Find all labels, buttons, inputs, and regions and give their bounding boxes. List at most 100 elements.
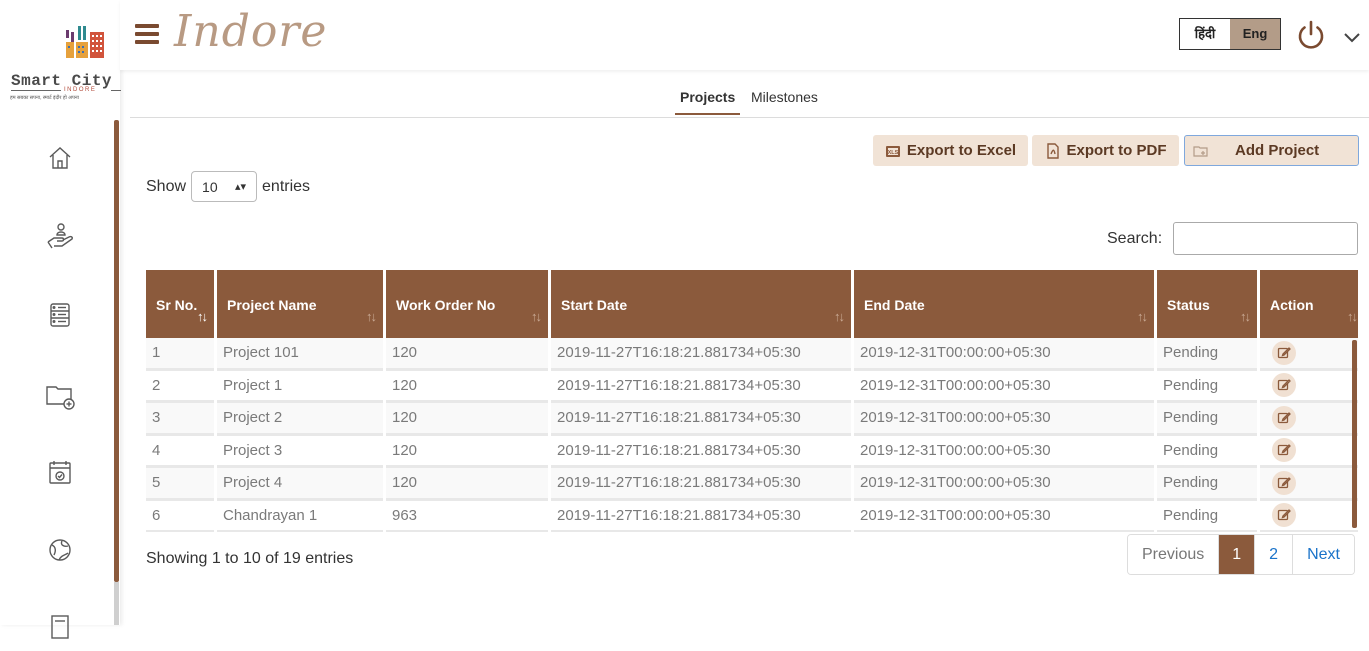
cell-end-date: 2019-12-31T00:00:00+05:30 [854, 468, 1154, 501]
sidebar-scroll-track [114, 582, 119, 625]
pdf-icon [1046, 142, 1059, 159]
cell-start-date: 2019-11-27T16:18:21.881734+05:30 [551, 500, 851, 532]
cell-action [1260, 370, 1358, 403]
col-header-label: Action [1270, 297, 1314, 313]
pagination-page-2[interactable]: 2 [1255, 535, 1294, 574]
cell-status: Pending [1157, 403, 1257, 436]
top-header: Indore हिंदी Eng [120, 0, 1369, 70]
cell-action [1260, 338, 1358, 371]
entries-label: entries [262, 177, 311, 195]
table-row: 3 Project 2 120 2019-11-27T16:18:21.881734+… [146, 403, 1358, 436]
search-label: Search: [1107, 230, 1163, 247]
sidebar: Smart City INDORE हम सबका सपना, स्मार्ट … [0, 0, 121, 639]
col-header-label: Sr No. [156, 297, 198, 313]
calendar-check-icon[interactable] [42, 455, 78, 491]
cell-sr-no: 5 [146, 468, 214, 501]
table-header-row: Sr No. ↑↓ Project Name ↑↓ Work Order No ↑↓ … [146, 270, 1358, 338]
entries-per-page-select[interactable]: 10 ▴▾ [191, 171, 258, 202]
cell-end-date: 2019-12-31T00:00:00+05:30 [854, 370, 1154, 403]
home-icon[interactable] [42, 140, 78, 176]
folder-add-icon [1193, 145, 1208, 157]
show-label: Show [146, 177, 187, 195]
edit-icon[interactable] [1272, 470, 1296, 495]
cell-sr-no: 2 [146, 370, 214, 403]
cell-project-name: Project 1 [217, 370, 383, 403]
pagination-next[interactable]: Next [1293, 535, 1354, 574]
cell-work-order-no: 120 [386, 338, 548, 371]
add-project-label: Add Project [1235, 142, 1320, 159]
sort-icon: ↑↓ [834, 309, 845, 324]
sort-icon: ↑↓ [531, 309, 542, 324]
table-scrollbar[interactable] [1352, 340, 1357, 528]
col-header-work-order-no[interactable]: Work Order No ↑↓ [386, 270, 548, 338]
export-pdf-label: Export to PDF [1066, 142, 1167, 159]
sidebar-scrollbar[interactable] [114, 120, 119, 582]
col-header-label: Start Date [561, 297, 628, 313]
edit-icon[interactable] [1272, 405, 1296, 430]
cell-start-date: 2019-11-27T16:18:21.881734+05:30 [551, 338, 851, 371]
export-excel-button[interactable]: XLS Export to Excel [873, 135, 1028, 166]
col-header-start-date[interactable]: Start Date ↑↓ [551, 270, 851, 338]
edit-icon[interactable] [1272, 373, 1296, 398]
col-header-project-name[interactable]: Project Name ↑↓ [217, 270, 383, 338]
cell-action [1260, 500, 1358, 532]
folder-add-icon[interactable] [42, 377, 78, 413]
brand-title: Indore [174, 6, 328, 57]
globe-hand-icon[interactable] [42, 533, 78, 569]
cell-end-date: 2019-12-31T00:00:00+05:30 [854, 500, 1154, 532]
add-project-button[interactable]: Add Project [1184, 135, 1359, 166]
lang-english-button[interactable]: Eng [1230, 19, 1280, 49]
cell-status: Pending [1157, 338, 1257, 371]
lang-hindi-button[interactable]: हिंदी [1180, 19, 1230, 49]
export-excel-label: Export to Excel [906, 142, 1017, 159]
export-pdf-button[interactable]: Export to PDF [1032, 135, 1179, 166]
table-info: Showing 1 to 10 of 19 entries [146, 550, 354, 567]
table-row: 6 Chandrayan 1 963 2019-11-27T16:18:21.8817… [146, 500, 1358, 532]
cell-end-date: 2019-12-31T00:00:00+05:30 [854, 435, 1154, 468]
power-icon[interactable] [1294, 18, 1328, 52]
cell-project-name: Project 4 [217, 468, 383, 501]
chevron-down-icon[interactable] [1342, 30, 1362, 44]
cell-start-date: 2019-11-27T16:18:21.881734+05:30 [551, 468, 851, 501]
cell-start-date: 2019-11-27T16:18:21.881734+05:30 [551, 403, 851, 436]
col-header-sr-no[interactable]: Sr No. ↑↓ [146, 270, 214, 338]
edit-icon[interactable] [1272, 503, 1296, 528]
col-header-label: Work Order No [396, 297, 496, 313]
projects-table: Sr No. ↑↓ Project Name ↑↓ Work Order No ↑↓ … [146, 270, 1358, 532]
pagination-page-1[interactable]: 1 [1219, 535, 1256, 574]
col-header-label: Project Name [227, 297, 317, 313]
sort-icon: ↑↓ [1137, 309, 1148, 324]
table-row: 1 Project 101 120 2019-11-27T16:18:21.88173… [146, 338, 1358, 371]
cell-start-date: 2019-11-27T16:18:21.881734+05:30 [551, 370, 851, 403]
hand-donate-icon[interactable] [42, 218, 78, 254]
cell-action [1260, 435, 1358, 468]
cell-sr-no: 1 [146, 338, 214, 371]
menu-toggle-icon[interactable] [135, 24, 159, 44]
tab-milestones[interactable]: Milestones [751, 89, 818, 105]
cell-project-name: Project 2 [217, 403, 383, 436]
col-header-label: Status [1167, 297, 1210, 313]
edit-icon[interactable] [1272, 340, 1296, 365]
smart-city-logo[interactable]: Smart City INDORE हम सबका सपना, स्मार्ट … [0, 0, 121, 112]
table-body: 1 Project 101 120 2019-11-27T16:18:21.88173… [146, 338, 1358, 532]
logo-subtitle: INDORE [64, 87, 97, 93]
edit-icon[interactable] [1272, 438, 1296, 463]
col-header-end-date[interactable]: End Date ↑↓ [854, 270, 1154, 338]
document-icon[interactable] [42, 610, 78, 646]
excel-icon: XLS [885, 145, 900, 157]
tab-bar: Projects Milestones [130, 84, 1369, 118]
col-header-status[interactable]: Status ↑↓ [1157, 270, 1257, 338]
col-header-action[interactable]: Action ↑↓ [1260, 270, 1358, 338]
cell-start-date: 2019-11-27T16:18:21.881734+05:30 [551, 435, 851, 468]
select-arrows-icon: ▴▾ [234, 181, 247, 193]
table-row: 5 Project 4 120 2019-11-27T16:18:21.881734+… [146, 468, 1358, 501]
sort-icon: ↑↓ [1347, 309, 1358, 324]
cell-action [1260, 468, 1358, 501]
cell-status: Pending [1157, 500, 1257, 532]
cell-work-order-no: 120 [386, 403, 548, 436]
database-icon[interactable] [42, 297, 78, 333]
tab-projects[interactable]: Projects [675, 89, 741, 115]
pagination: Previous 1 2 Next [1127, 534, 1355, 575]
search-input[interactable] [1173, 222, 1358, 255]
pagination-previous[interactable]: Previous [1128, 535, 1220, 574]
